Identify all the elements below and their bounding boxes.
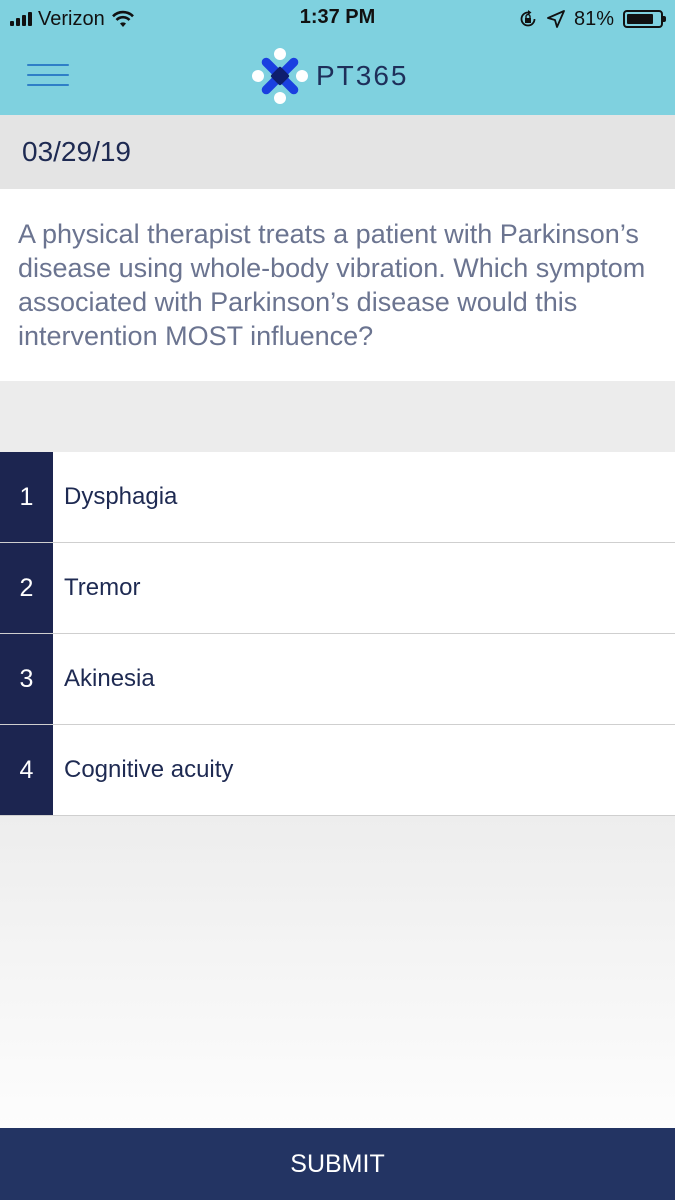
answer-option-4[interactable]: 4 Cognitive acuity [0, 725, 675, 816]
battery-icon [623, 10, 666, 28]
submit-button[interactable]: SUBMIT [0, 1128, 675, 1200]
answer-option-2[interactable]: 2 Tremor [0, 543, 675, 634]
section-divider [0, 381, 675, 452]
answer-options: 1 Dysphagia 2 Tremor 3 Akinesia 4 Cognit… [0, 452, 675, 816]
battery-level [627, 14, 653, 24]
date-bar: 03/29/19 [0, 115, 675, 189]
answer-option-1[interactable]: 1 Dysphagia [0, 452, 675, 543]
top-header: Verizon 1:37 PM 81% PT365 [0, 0, 675, 115]
hamburger-menu-icon[interactable] [27, 60, 69, 90]
app-title: PT365 [316, 60, 409, 91]
option-label: Cognitive acuity [64, 756, 234, 783]
option-label: Dysphagia [64, 483, 178, 510]
pt365-logo-icon [252, 48, 308, 104]
question-text: A physical therapist treats a patient wi… [18, 219, 646, 351]
question-card: A physical therapist treats a patient wi… [0, 189, 675, 381]
option-number: 2 [0, 543, 53, 633]
status-right: 81% [518, 6, 666, 32]
empty-area [0, 816, 675, 1128]
answer-option-3[interactable]: 3 Akinesia [0, 634, 675, 725]
question-date: 03/29/19 [22, 136, 131, 167]
battery-percent: 81% [573, 7, 614, 30]
location-arrow-icon [547, 10, 565, 28]
option-label: Akinesia [64, 665, 155, 692]
option-number: 3 [0, 634, 53, 724]
status-bar: Verizon 1:37 PM 81% [0, 0, 675, 38]
orientation-lock-icon [520, 10, 536, 27]
option-number: 4 [0, 725, 53, 815]
app-bar: PT365 [0, 38, 675, 115]
option-number: 1 [0, 452, 53, 542]
option-label: Tremor [64, 574, 141, 601]
